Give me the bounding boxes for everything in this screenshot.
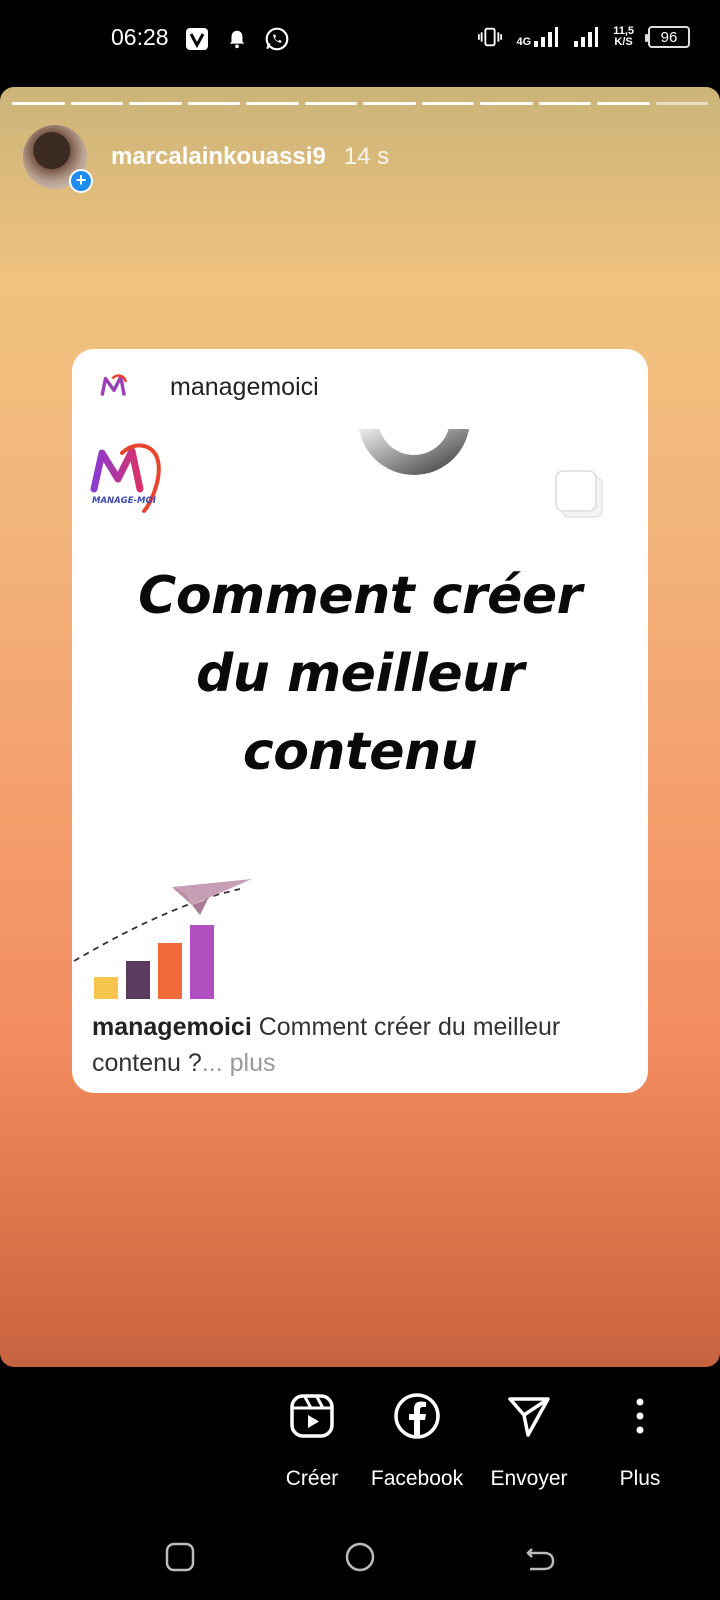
story-progress-segment [187,102,240,105]
story-progress-segment [597,102,650,105]
facebook-icon [392,1391,442,1441]
story-actions-bar: Créer Facebook Envoyer Plus [0,1367,720,1517]
logo-text: MANAGE-MOI [92,496,156,506]
signal-icon [573,24,599,50]
status-notification-icons [184,26,290,52]
story-progress-segment [480,102,533,105]
post-title-line: Comment créer [138,566,582,626]
facebook-share-button[interactable]: Facebook [362,1391,472,1491]
story-viewer[interactable]: + marcalainkouassi9 14 s managemoici MAN… [0,87,720,1367]
back-icon[interactable] [520,1537,560,1577]
add-story-icon[interactable]: + [69,169,93,193]
story-username[interactable]: marcalainkouassi9 [111,143,326,171]
shared-post-card[interactable]: managemoici MANAGE-MOI Comment créer du … [72,349,648,1093]
story-progress-bar [12,102,708,105]
send-button[interactable]: Envoyer [474,1391,584,1491]
whatsapp-icon [264,26,290,52]
story-header: + marcalainkouassi9 14 s [23,125,390,193]
post-account-name[interactable]: managemoici [170,373,319,402]
bell-icon [224,26,250,52]
system-navigation-bar [0,1517,720,1600]
story-timestamp: 14 s [343,143,390,170]
signal-icon: 4G [517,26,560,48]
home-icon[interactable] [340,1537,380,1577]
post-card-header: managemoici [96,369,319,405]
account-logo-icon[interactable] [96,369,132,405]
manage-moi-logo-icon: MANAGE-MOI [90,443,161,513]
story-progress-segment [363,102,416,105]
paper-plane-icon [172,879,252,915]
story-progress-segment [304,102,357,105]
more-vertical-icon [615,1391,665,1441]
post-caption[interactable]: managemoici Comment créer du meilleur co… [92,1009,622,1081]
caption-more-link[interactable]: ... plus [202,1049,276,1077]
post-title: Comment créer du meilleur contenu [72,557,648,791]
story-progress-segment [421,102,474,105]
loading-spinner-icon [358,429,470,475]
post-image[interactable]: MANAGE-MOI Comment créer du meilleur con… [72,429,648,1007]
avatar[interactable]: + [23,125,93,193]
story-progress-segment [12,102,65,105]
recent-apps-icon[interactable] [160,1537,200,1577]
status-bar: 06:28 4G 11,5 K/S 96 [0,0,720,84]
status-time: 06:28 [111,24,169,50]
story-progress-segment [70,102,123,105]
network-speed: 11,5 K/S [613,25,634,48]
carousel-icon [555,470,603,518]
vpn-v-icon [184,26,210,52]
reels-icon [287,1391,337,1441]
send-icon [504,1391,554,1441]
status-system-icons: 4G 11,5 K/S 96 [477,24,690,50]
more-options-button[interactable]: Plus [585,1391,695,1491]
post-title-line: du meilleur [196,644,524,704]
story-progress-segment [538,102,591,105]
story-progress-segment [246,102,299,105]
growth-chart-illustration [73,879,252,999]
caption-username[interactable]: managemoici [92,1013,252,1041]
story-progress-segment [655,102,708,105]
story-progress-segment [129,102,182,105]
post-title-line: contenu [242,722,478,782]
vibrate-icon [477,24,503,50]
create-button[interactable]: Créer [257,1391,367,1491]
battery-indicator: 96 [645,26,690,48]
